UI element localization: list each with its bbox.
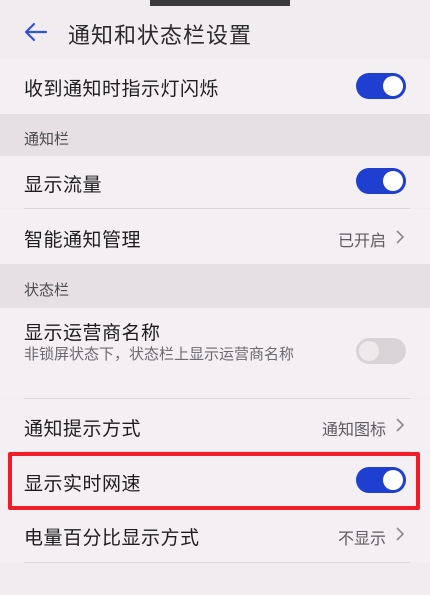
row-label: 显示流量 [24, 174, 103, 196]
row-indicator-blink[interactable]: 收到通知时指示灯闪烁 [0, 58, 430, 114]
net-speed-toggle[interactable] [356, 467, 406, 493]
indicator-blink-toggle[interactable] [356, 73, 406, 99]
row-battery-percent[interactable]: 电量百分比显示方式 不显示 [0, 510, 430, 562]
chevron-right-icon [396, 230, 405, 244]
back-arrow-icon[interactable] [22, 18, 50, 46]
row-label: 智能通知管理 [24, 229, 142, 251]
toggle-knob [359, 341, 379, 361]
row-label: 显示实时网速 [24, 473, 142, 495]
row-smart-notification[interactable]: 智能通知管理 已开启 [0, 209, 430, 264]
page-title: 通知和状态栏设置 [68, 24, 253, 49]
toggle-knob [383, 171, 403, 191]
row-value: 不显示 [337, 529, 386, 548]
carrier-name-toggle[interactable] [356, 338, 406, 364]
row-label: 收到通知时指示灯闪烁 [24, 78, 220, 100]
section-label: 状态栏 [24, 281, 70, 299]
toggle-knob [383, 76, 403, 96]
row-value: 已开启 [337, 231, 386, 250]
row-label: 电量百分比显示方式 [24, 527, 200, 549]
row-carrier-name[interactable]: 显示运营商名称 非锁屏状态下，状态栏上显示运营商名称 [0, 308, 430, 398]
row-show-traffic[interactable]: 显示流量 [0, 156, 430, 208]
toggle-knob [383, 470, 403, 490]
row-value: 通知图标 [321, 420, 386, 439]
section-label: 通知栏 [24, 130, 70, 148]
chevron-right-icon [396, 418, 405, 432]
divider [24, 562, 410, 563]
chevron-right-icon [396, 527, 405, 541]
row-notification-style[interactable]: 通知提示方式 通知图标 [0, 399, 430, 451]
device-top-edge [0, 0, 430, 6]
section-status-bar: 状态栏 [0, 264, 430, 308]
row-label: 显示运营商名称 [24, 322, 161, 344]
row-net-speed[interactable]: 显示实时网速 [0, 452, 430, 510]
show-traffic-toggle[interactable] [356, 168, 406, 194]
header: 通知和状态栏设置 [0, 8, 430, 58]
row-subtitle: 非锁屏状态下，状态栏上显示运营商名称 [24, 345, 295, 363]
section-notification-bar: 通知栏 [0, 114, 430, 156]
row-label: 通知提示方式 [24, 418, 142, 440]
